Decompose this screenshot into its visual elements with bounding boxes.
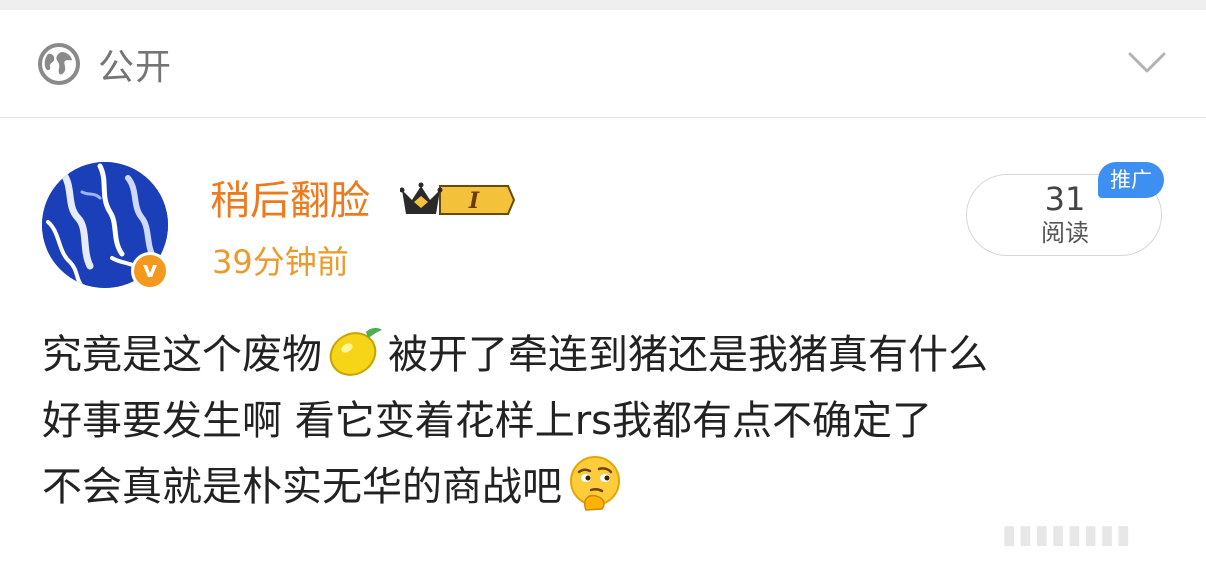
chevron-down-icon[interactable] <box>1127 50 1167 76</box>
v-badge-icon: v <box>131 252 169 290</box>
post-line: 好事要发生啊 看它变着花样上rs我都有点不确定了 <box>42 388 1182 454</box>
lemon-emoji <box>329 328 382 376</box>
watermark: ▮▮▮▮▮▮▮▮ <box>1002 520 1133 550</box>
visibility-label: 公开 <box>98 47 173 88</box>
post-text: 究竟是这个废物 被开了牵连到猪还是我猪真有什么 好事要发生啊 看它变着花样上rs… <box>42 322 1182 520</box>
member-level: I <box>468 188 480 214</box>
read-label: 阅读 <box>1041 219 1089 247</box>
post-text-segment: 好事要发生啊 看它变着花样上rs我都有点不确定了 <box>42 398 932 444</box>
post-line: 究竟是这个废物 被开了牵连到猪还是我猪真有什么 <box>42 322 1182 388</box>
post-timestamp: 39分钟前 <box>212 243 349 281</box>
username[interactable]: 稍后翻脸 <box>210 178 370 224</box>
globe-icon <box>38 43 80 85</box>
post-text-segment: 不会真就是朴实无华的商战吧 <box>42 464 562 510</box>
post-text-segment: 被开了牵连到猪还是我猪真有什么 <box>388 332 988 378</box>
thinking-face-emoji <box>570 456 620 511</box>
post-line: 不会真就是朴实无华的商战吧 <box>42 454 1182 520</box>
post-text-segment: 究竟是这个废物 <box>42 332 322 378</box>
crown-icon[interactable]: I <box>400 180 516 220</box>
visibility-selector[interactable]: 公开 <box>0 10 1206 118</box>
top-strip <box>0 0 1206 10</box>
promo-tag[interactable]: 推广 <box>1098 162 1164 198</box>
